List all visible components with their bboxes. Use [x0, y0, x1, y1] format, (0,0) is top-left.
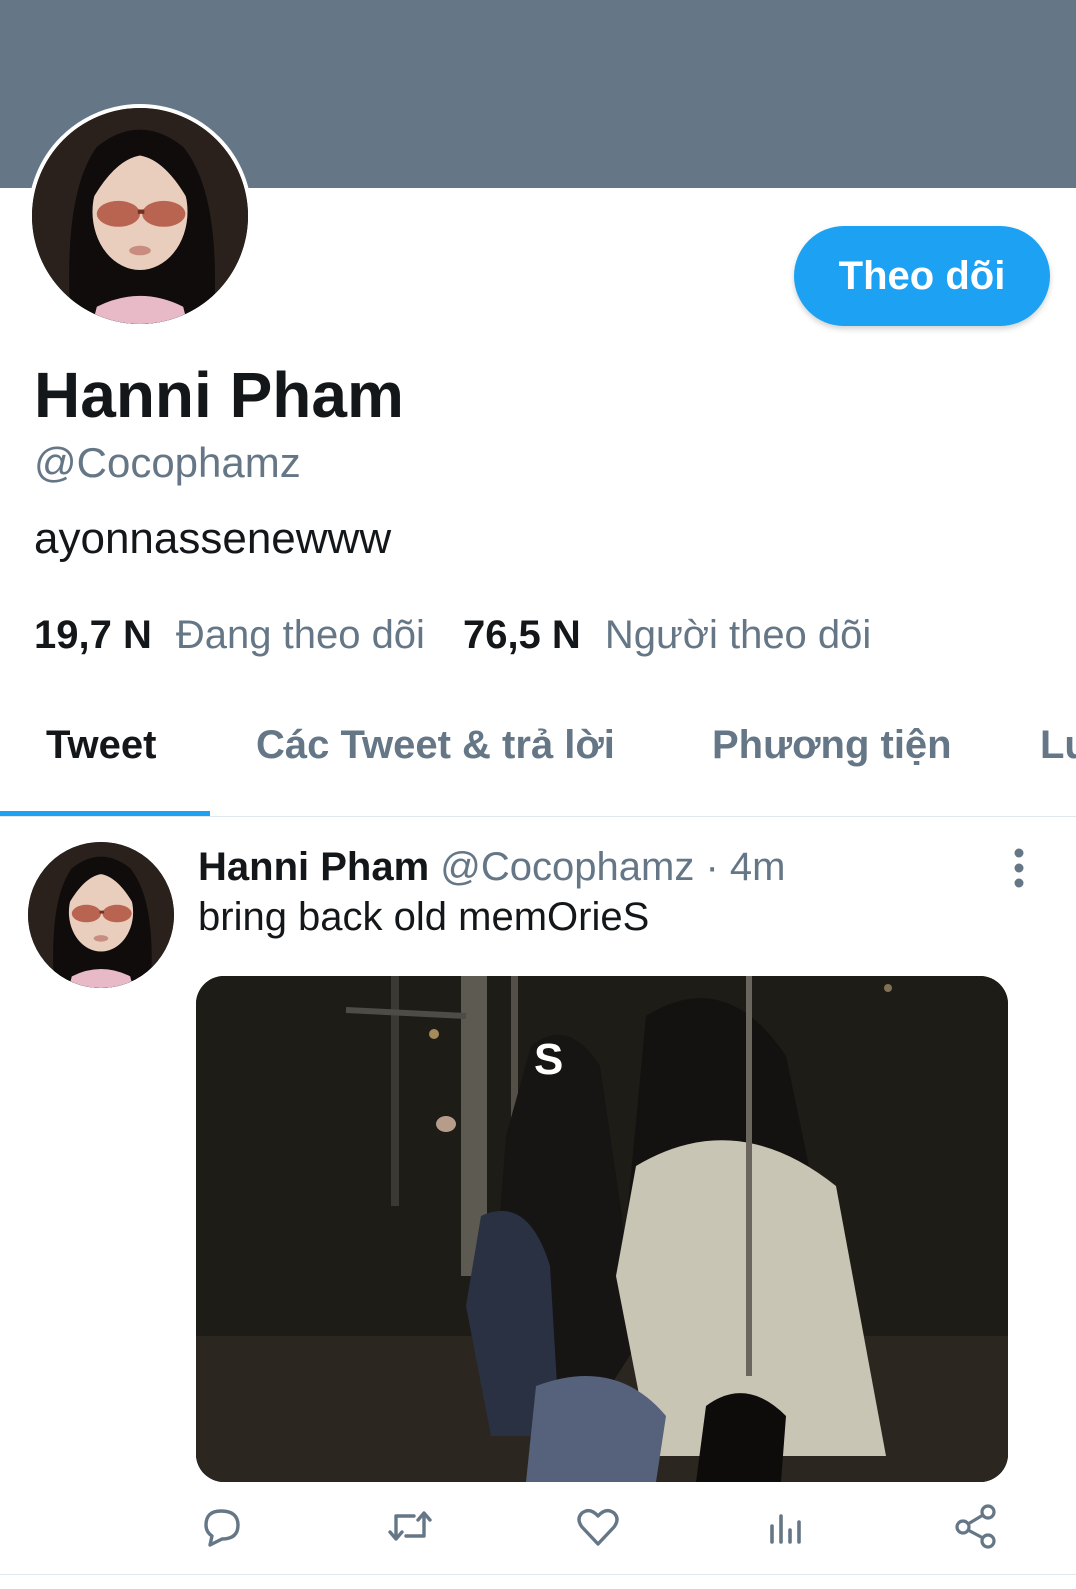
- like-icon[interactable]: [572, 1500, 624, 1552]
- following-label[interactable]: Đang theo dõi: [176, 610, 425, 660]
- tweet-text: bring back old memOrieS: [198, 895, 650, 939]
- tweet-actions: [196, 1500, 1026, 1560]
- tweet-author-name[interactable]: Hanni Pham: [198, 845, 429, 889]
- tweet-media-photo[interactable]: S: [196, 976, 1008, 1482]
- analytics-icon[interactable]: [760, 1500, 812, 1552]
- profile-display-name: Hanni Pham: [34, 359, 404, 431]
- tweet-divider: [0, 1574, 1076, 1575]
- reply-icon[interactable]: [196, 1500, 248, 1552]
- tweet-header: Hanni Pham @Cocophamz · 4m: [198, 842, 785, 892]
- tab-media[interactable]: Phương tiện: [712, 720, 952, 770]
- media-overlay-letter: S: [534, 1035, 563, 1084]
- tab-likes[interactable]: Lu: [1040, 720, 1076, 770]
- tweet-separator: ·: [694, 845, 730, 889]
- share-icon[interactable]: [950, 1500, 1002, 1552]
- tab-tweets-and-replies[interactable]: Các Tweet & trả lời: [256, 720, 615, 770]
- profile-handle: @Cocophamz: [34, 439, 301, 486]
- profile-avatar[interactable]: [28, 104, 252, 328]
- tweet-author-avatar[interactable]: [28, 842, 174, 988]
- tweet-timestamp[interactable]: 4m: [730, 845, 786, 889]
- tabs-divider: [0, 816, 1076, 817]
- tweet-more-icon[interactable]: [1004, 846, 1034, 890]
- retweet-icon[interactable]: [384, 1500, 436, 1552]
- follow-button[interactable]: Theo dõi: [794, 226, 1050, 326]
- tweet-author-handle[interactable]: @Cocophamz: [440, 845, 694, 889]
- following-count[interactable]: 19,7 N: [34, 610, 152, 660]
- profile-stats: 19,7 N Đang theo dõi 76,5 N Người theo d…: [34, 610, 909, 660]
- profile-tabs: Tweet Các Tweet & trả lời Phương tiện Lu: [0, 690, 1076, 812]
- followers-label[interactable]: Người theo dõi: [605, 610, 871, 660]
- profile-bio: ayonnassenewww: [34, 514, 392, 563]
- followers-count[interactable]: 76,5 N: [463, 610, 581, 660]
- tab-tweets[interactable]: Tweet: [46, 720, 156, 770]
